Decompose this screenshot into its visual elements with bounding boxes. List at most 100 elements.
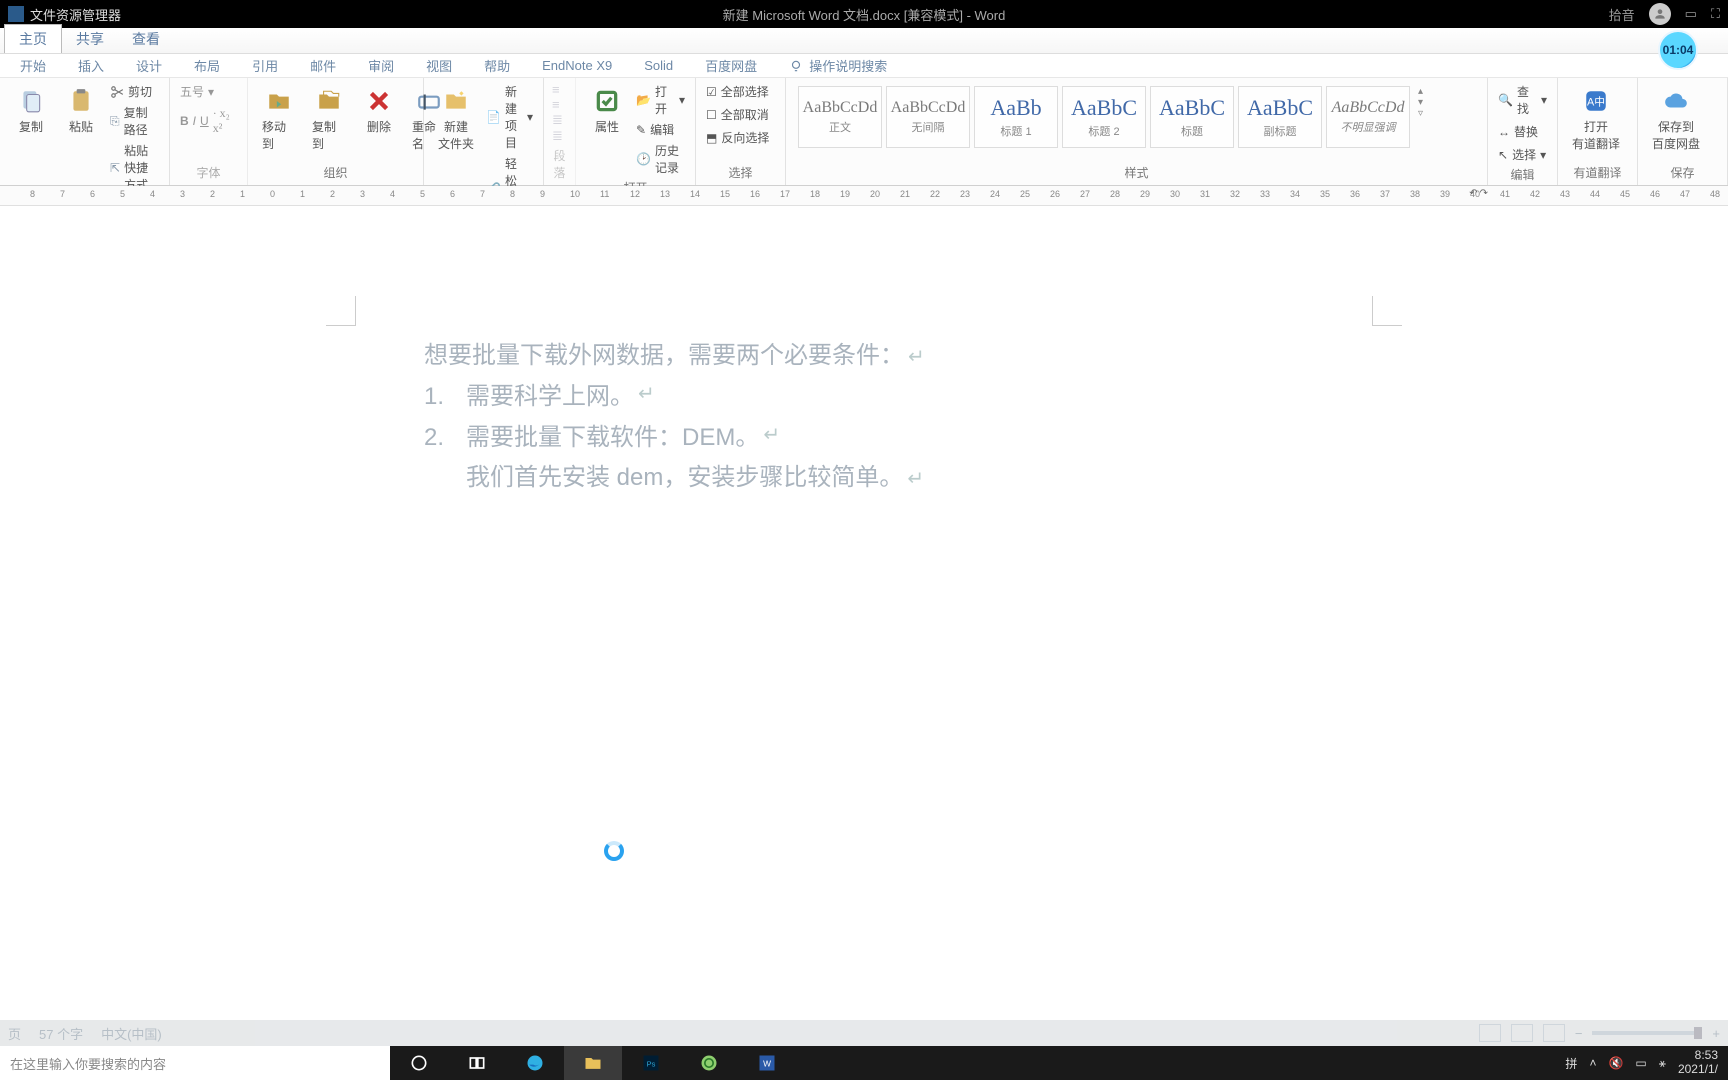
group-styles: AaBbCcDd正文 AaBbCcDd无间隔 AaBb标题 1 AaBbC标题 …	[786, 78, 1488, 185]
clock-date: 2021/1/	[1678, 1063, 1718, 1077]
paste-button[interactable]: 粘贴	[58, 82, 104, 137]
copy-button[interactable]: 复制	[8, 82, 54, 137]
redo-icon[interactable]: ↷	[1480, 188, 1488, 199]
wifi-icon[interactable]: ⚹	[1659, 1056, 1666, 1071]
select-none-button[interactable]: ☐ 全部取消	[704, 105, 771, 124]
select-all-button[interactable]: ☑ 全部选择	[704, 82, 771, 101]
move-to-button[interactable]: 移动到	[256, 82, 302, 154]
styles-expand-icon[interactable]: ▴▾▿	[1414, 86, 1427, 119]
cortana-button[interactable]	[390, 1046, 448, 1080]
system-tray: 拼 ˄ 🔇 ▭ ⚹ 8:53 2021/1/	[1555, 1049, 1728, 1077]
view-print-layout-icon[interactable]	[1511, 1024, 1533, 1042]
taskbar-browser-2[interactable]	[680, 1046, 738, 1080]
undo-icon[interactable]: ↶	[1469, 188, 1477, 199]
taskbar-clock[interactable]: 8:53 2021/1/	[1678, 1049, 1718, 1077]
invert-selection-button[interactable]: ⬒ 反向选择	[704, 128, 771, 147]
task-view-button[interactable]	[448, 1046, 506, 1080]
font-style-row[interactable]: B I U · x₂ x²	[178, 105, 239, 137]
style-heading-1[interactable]: AaBb标题 1	[974, 86, 1058, 148]
view-read-mode-icon[interactable]	[1479, 1024, 1501, 1042]
ruler-undo-redo[interactable]: ↶ ↷	[1469, 188, 1488, 199]
restore-icon[interactable]: ▭	[1685, 6, 1697, 22]
youdao-translate-button[interactable]: A中打开 有道翻译	[1566, 82, 1626, 154]
zoom-in-button[interactable]: +	[1712, 1026, 1720, 1041]
wtab-insert[interactable]: 插入	[62, 56, 120, 75]
taskbar-photoshop[interactable]: Ps	[622, 1046, 680, 1080]
battery-icon[interactable]: ▭	[1635, 1056, 1646, 1070]
maximize-icon[interactable]: ⛶	[1711, 6, 1720, 22]
copy-to-button[interactable]: 复制到	[306, 82, 352, 154]
font-size-selector[interactable]: 五号 ▾	[178, 82, 216, 101]
doc-line-4[interactable]: 我们首先安装 dem，安装步骤比较简单。↵	[466, 458, 1304, 499]
lightbulb-icon	[789, 59, 803, 73]
style-subtitle[interactable]: AaBbC副标题	[1238, 86, 1322, 148]
page[interactable]: 想要批量下载外网数据，需要两个必要条件：↵ 1.需要科学上网。↵ 2.需要批量下…	[364, 206, 1364, 499]
wtab-references[interactable]: 引用	[236, 56, 294, 75]
style-heading-2[interactable]: AaBbC标题 2	[1062, 86, 1146, 148]
wtab-design[interactable]: 设计	[120, 56, 178, 75]
view-web-layout-icon[interactable]	[1543, 1024, 1565, 1042]
volume-mute-icon[interactable]: 🔇	[1608, 1056, 1623, 1070]
status-page[interactable]: 页	[8, 1024, 21, 1043]
wtab-solid[interactable]: Solid	[628, 58, 689, 73]
wtab-endnote[interactable]: EndNote X9	[526, 58, 628, 73]
group-new: 新建 文件夹 📄 新建项目 ▾ 🔗 轻松访问 ▾ 新建	[424, 78, 544, 185]
zoom-slider[interactable]	[1592, 1031, 1702, 1035]
search-placeholder: 在这里输入你要搜索的内容	[10, 1054, 166, 1073]
move-to-icon	[262, 84, 296, 118]
styles-gallery[interactable]: AaBbCcDd正文 AaBbCcDd无间隔 AaBb标题 1 AaBbC标题 …	[794, 82, 1479, 162]
tell-me-search[interactable]: 操作说明搜索	[773, 56, 903, 75]
status-word-count[interactable]: 57 个字	[39, 1024, 83, 1043]
ime-indicator[interactable]: 拼	[1565, 1055, 1577, 1072]
zoom-out-button[interactable]: −	[1575, 1026, 1583, 1041]
save-to-baidu-button[interactable]: 保存到 百度网盘	[1646, 82, 1706, 154]
style-subtle-emphasis[interactable]: AaBbCcDd不明显强调	[1326, 86, 1410, 148]
taskbar-search[interactable]: 在这里输入你要搜索的内容	[0, 1046, 390, 1080]
group-paragraph: ≡ ≡≣ ≣ 段落	[544, 78, 576, 185]
wtab-review[interactable]: 审阅	[352, 56, 410, 75]
horizontal-ruler[interactable]: 8765432101234567891011121314151617181920…	[0, 186, 1728, 206]
wtab-help[interactable]: 帮助	[468, 56, 526, 75]
tab-share[interactable]: 共享	[62, 25, 118, 53]
taskbar-word[interactable]: W	[738, 1046, 796, 1080]
history-button[interactable]: 🕑 历史记录	[634, 141, 687, 177]
properties-button[interactable]: 属性	[584, 82, 630, 137]
style-no-spacing[interactable]: AaBbCcDd无间隔	[886, 86, 970, 148]
replace-button[interactable]: ↔ 替换	[1496, 122, 1540, 141]
taskbar-file-explorer[interactable]	[564, 1046, 622, 1080]
group-translate-label: 有道翻译	[1566, 162, 1629, 181]
wtab-layout[interactable]: 布局	[178, 56, 236, 75]
status-language[interactable]: 中文(中国)	[101, 1024, 162, 1043]
doc-list-item-2[interactable]: 2.需要批量下载软件：DEM。↵	[424, 418, 1304, 459]
edit-button[interactable]: ✎ 编辑	[634, 120, 687, 139]
tab-view[interactable]: 查看	[118, 25, 174, 53]
delete-button[interactable]: 删除	[356, 82, 402, 137]
group-font-label: 字体	[178, 162, 239, 181]
wtab-view[interactable]: 视图	[410, 56, 468, 75]
new-folder-button[interactable]: 新建 文件夹	[432, 82, 480, 154]
cloud-save-icon	[1659, 84, 1693, 118]
group-editing: 🔍 查找 ▾ ↔ 替换 ↖ 选择 ▾ 编辑	[1488, 78, 1558, 185]
tray-expand-icon[interactable]: ˄	[1589, 1056, 1596, 1070]
wtab-mailings[interactable]: 邮件	[294, 56, 352, 75]
copy-path-button[interactable]: ⎘复制路径	[108, 103, 161, 139]
user-avatar-icon[interactable]	[1649, 3, 1671, 25]
wtab-start[interactable]: 开始	[4, 56, 62, 75]
word-status-bar: 页 57 个字 中文(中国) − +	[0, 1020, 1728, 1046]
new-item-button[interactable]: 📄 新建项目 ▾	[484, 82, 535, 152]
find-button[interactable]: 🔍 查找 ▾	[1496, 82, 1549, 118]
select-button[interactable]: ↖ 选择 ▾	[1496, 145, 1548, 164]
wtab-baidu[interactable]: 百度网盘	[689, 56, 773, 75]
file-explorer-icon	[8, 6, 24, 22]
taskbar-edge[interactable]	[506, 1046, 564, 1080]
group-clipboard: 复制 粘贴 剪切 ⎘复制路径 ⇱粘贴快捷方式 剪贴板	[0, 78, 170, 185]
clock-time: 8:53	[1695, 1049, 1718, 1063]
tab-home[interactable]: 主页	[4, 24, 62, 53]
doc-list-item-1[interactable]: 1.需要科学上网。↵	[424, 377, 1304, 418]
group-editing-label: 编辑	[1496, 164, 1549, 183]
open-button[interactable]: 📂 打开 ▾	[634, 82, 687, 118]
style-normal[interactable]: AaBbCcDd正文	[798, 86, 882, 148]
style-title[interactable]: AaBbC标题	[1150, 86, 1234, 148]
doc-line-1[interactable]: 想要批量下载外网数据，需要两个必要条件：↵	[424, 336, 1304, 377]
cut-button[interactable]: 剪切	[108, 82, 161, 101]
